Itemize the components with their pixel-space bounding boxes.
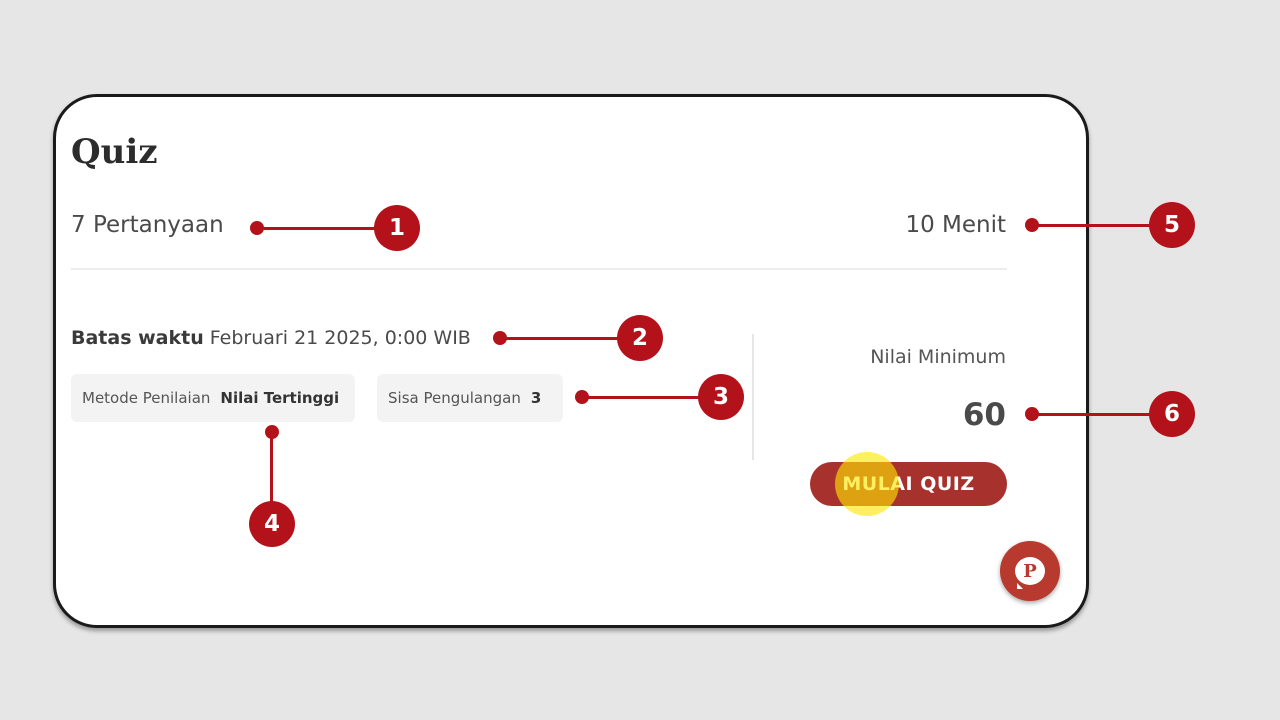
annotation-3-badge: 3 bbox=[698, 374, 744, 420]
annotation-2-line bbox=[500, 337, 628, 340]
tutorial-canvas: Quiz 7 Pertanyaan 10 Menit Batas waktu F… bbox=[0, 0, 1280, 720]
cursor-highlight bbox=[835, 452, 899, 516]
remaining-attempts-chip: Sisa Pengulangan 3 bbox=[377, 374, 563, 422]
annotation-6-badge: 6 bbox=[1149, 391, 1195, 437]
quiz-title: Quiz bbox=[71, 132, 158, 172]
annotation-5-badge: 5 bbox=[1149, 202, 1195, 248]
help-chat-button[interactable]: P bbox=[1000, 541, 1060, 601]
annotation-6-line bbox=[1032, 413, 1160, 416]
remaining-attempts-label: Sisa Pengulangan bbox=[388, 389, 521, 407]
question-count: 7 Pertanyaan bbox=[71, 212, 224, 238]
quiz-duration: 10 Menit bbox=[905, 212, 1006, 238]
annotation-4-badge: 4 bbox=[249, 501, 295, 547]
annotation-4-line bbox=[270, 431, 273, 511]
grading-method-chip: Metode Penilaian Nilai Tertinggi bbox=[71, 374, 355, 422]
chat-p-glyph: P bbox=[1023, 560, 1037, 582]
deadline-value: Februari 21 2025, 0:00 WIB bbox=[209, 327, 471, 349]
annotation-5-line bbox=[1032, 224, 1160, 227]
vertical-divider bbox=[752, 334, 754, 460]
chat-p-icon: P bbox=[1015, 557, 1045, 589]
annotation-1-badge: 1 bbox=[374, 205, 420, 251]
grading-method-label: Metode Penilaian bbox=[82, 389, 211, 407]
min-score-label: Nilai Minimum bbox=[870, 346, 1006, 368]
annotation-1-line bbox=[257, 227, 387, 230]
grading-method-value: Nilai Tertinggi bbox=[220, 389, 340, 407]
remaining-attempts-value: 3 bbox=[530, 389, 542, 407]
annotation-2-badge: 2 bbox=[617, 315, 663, 361]
deadline: Batas waktu Februari 21 2025, 0:00 WIB bbox=[71, 324, 471, 352]
min-score-value: 60 bbox=[962, 397, 1006, 433]
divider bbox=[71, 268, 1007, 270]
deadline-label: Batas waktu bbox=[71, 327, 204, 349]
annotation-3-line bbox=[582, 396, 708, 399]
